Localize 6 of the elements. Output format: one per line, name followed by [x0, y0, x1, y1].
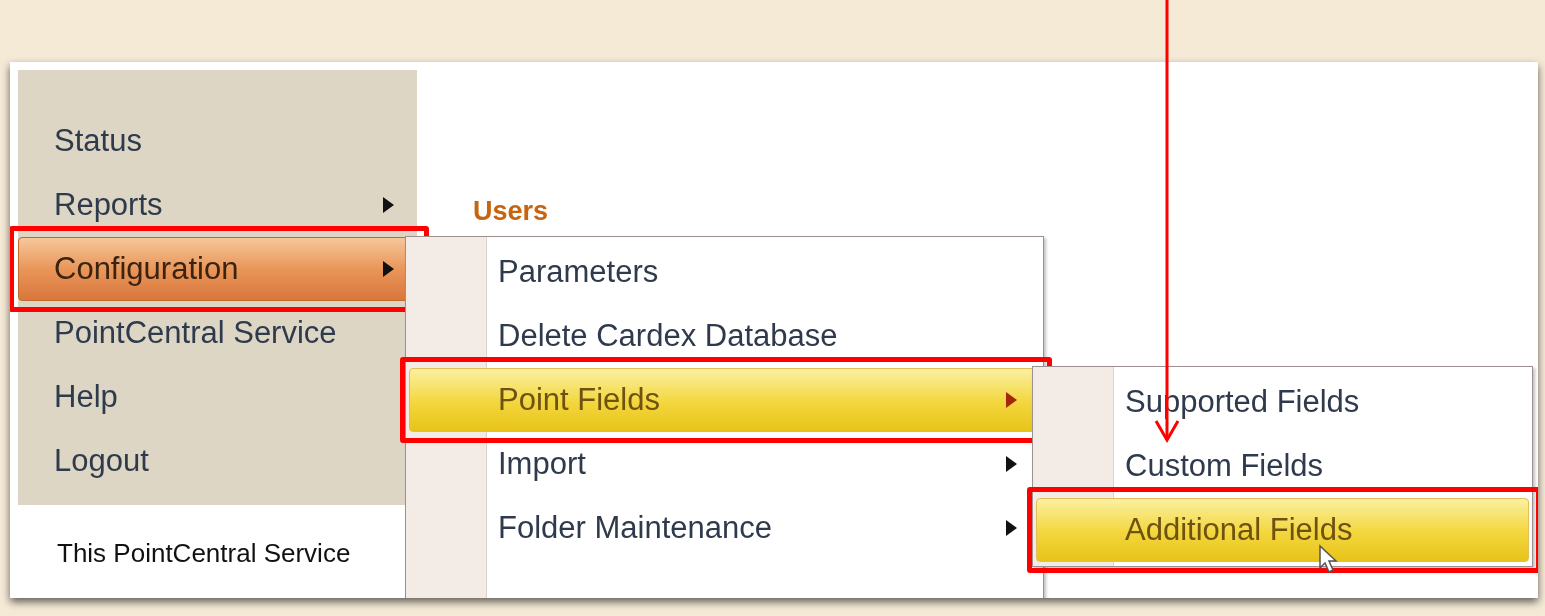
section-heading: Users: [473, 196, 549, 227]
menu-item[interactable]: Reports: [18, 173, 417, 237]
body-text: This PointCentral Service: [57, 538, 351, 569]
menu-item[interactable]: Additional Fields: [1036, 498, 1529, 562]
menu-item[interactable]: Delete Cardex Database: [409, 304, 1040, 368]
menu-item[interactable]: Status: [18, 109, 417, 173]
